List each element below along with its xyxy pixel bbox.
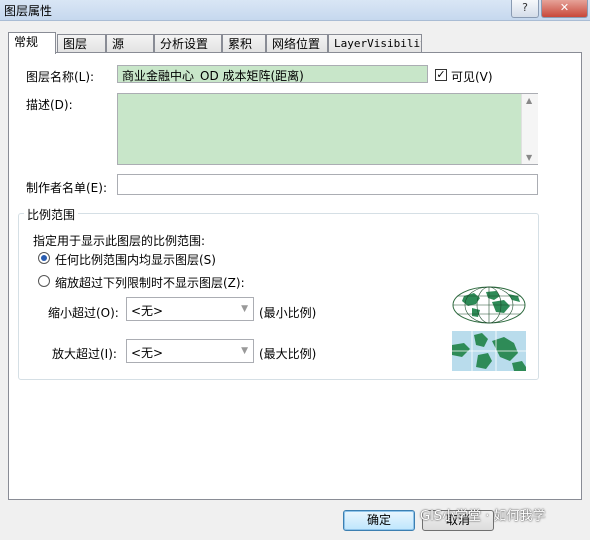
min-scale-dropdown-icon: ▼ (241, 304, 248, 314)
scroll-up-arrow-icon[interactable]: ▲ (526, 96, 532, 105)
tab-network-locations[interactable]: 网络位置 (266, 34, 328, 52)
radio-any-scale-label: 任何比例范围内均显示图层(S) (55, 253, 216, 267)
help-button[interactable]: ? (511, 0, 539, 18)
tab-layer[interactable]: 图层 (57, 34, 106, 52)
tab-accumulation[interactable]: 累积 (222, 34, 266, 52)
window-title: 图层属性 (4, 4, 53, 18)
description-scrollbar[interactable]: ▲ ▼ (521, 94, 538, 164)
credits-label: 制作者名单(E): (26, 181, 107, 195)
scale-range-instruction: 指定用于显示此图层的比例范围: (33, 234, 206, 248)
scale-range-title: 比例范围 (24, 206, 79, 223)
ok-button[interactable]: 确定 (343, 510, 415, 531)
globe-icon (452, 286, 526, 324)
title-bar: 图层属性 ? ✕ (0, 0, 590, 21)
min-scale-combo[interactable]: <无> ▼ (126, 297, 254, 321)
description-label: 描述(D): (26, 98, 73, 112)
radio-scale-limit[interactable] (38, 275, 50, 287)
max-scale-label: 放大超过(I): (52, 347, 117, 361)
min-scale-value: <无> (131, 304, 164, 318)
max-scale-value: <无> (131, 346, 164, 360)
max-scale-combo[interactable]: <无> ▼ (126, 339, 254, 363)
radio-scale-limit-label: 缩放超过下列限制时不显示图层(Z): (55, 276, 245, 290)
tab-general[interactable]: 常规 (8, 32, 56, 54)
layer-name-label: 图层名称(L): (26, 70, 95, 84)
visible-label: 可见(V) (451, 70, 493, 84)
max-scale-hint: (最大比例) (259, 347, 317, 361)
watermark-text: GIS小学堂 · 如何我学 (420, 509, 546, 524)
map-icon (452, 331, 526, 371)
visible-checkbox[interactable]: ✓ (435, 69, 447, 81)
tab-layer-visibility[interactable]: LayerVisibility (328, 34, 422, 52)
max-scale-dropdown-icon: ▼ (241, 346, 248, 356)
min-scale-label: 缩小超过(O): (48, 306, 119, 320)
tab-source[interactable]: 源 (106, 34, 154, 52)
radio-any-scale[interactable] (38, 252, 50, 264)
min-scale-hint: (最小比例) (259, 306, 317, 320)
description-textarea[interactable] (117, 93, 538, 165)
layer-name-input[interactable]: 商业金融中心_OD 成本矩阵(距离) (117, 65, 428, 83)
tab-analysis-settings[interactable]: 分析设置 (154, 34, 222, 52)
close-button[interactable]: ✕ (541, 0, 588, 18)
credits-input[interactable] (117, 174, 538, 195)
scroll-down-arrow-icon[interactable]: ▼ (526, 153, 532, 162)
